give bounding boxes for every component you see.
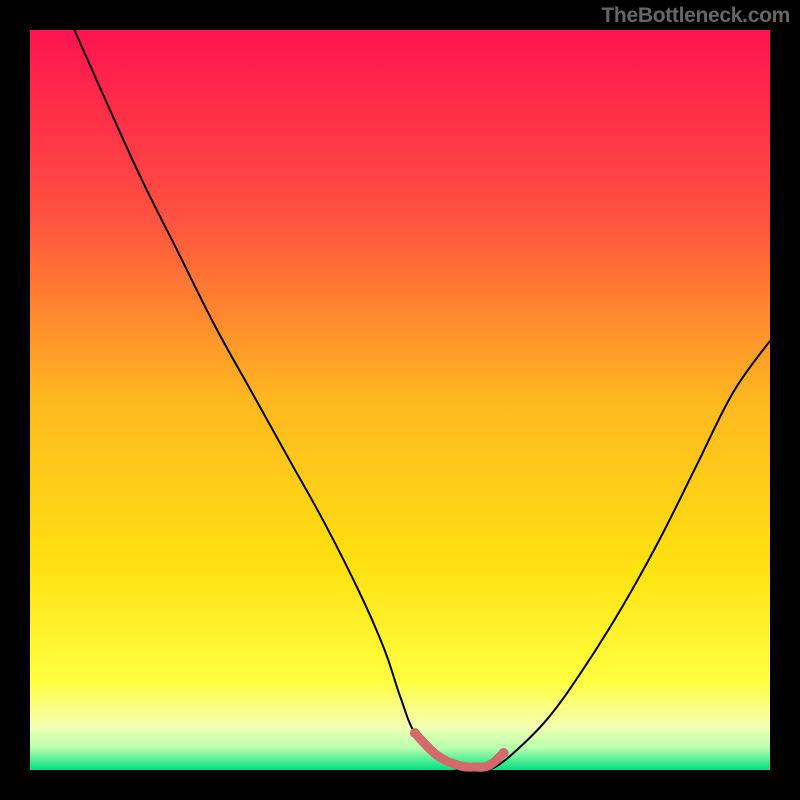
bottleneck-chart [0,0,800,800]
optimal-range-endpoint [499,748,509,758]
optimal-range-endpoint [410,728,420,738]
attribution-text: TheBottleneck.com [601,4,790,28]
plot-background [30,30,770,770]
